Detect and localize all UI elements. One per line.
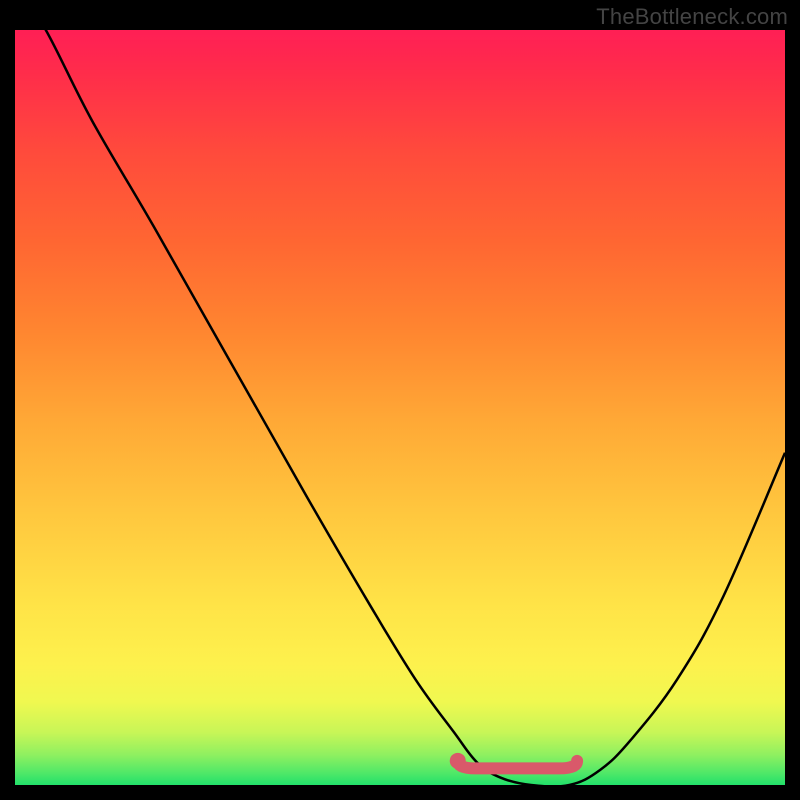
optimal-range-marker [15,30,785,785]
watermark-text: TheBottleneck.com [596,4,788,30]
chart-plot-area [15,30,785,785]
